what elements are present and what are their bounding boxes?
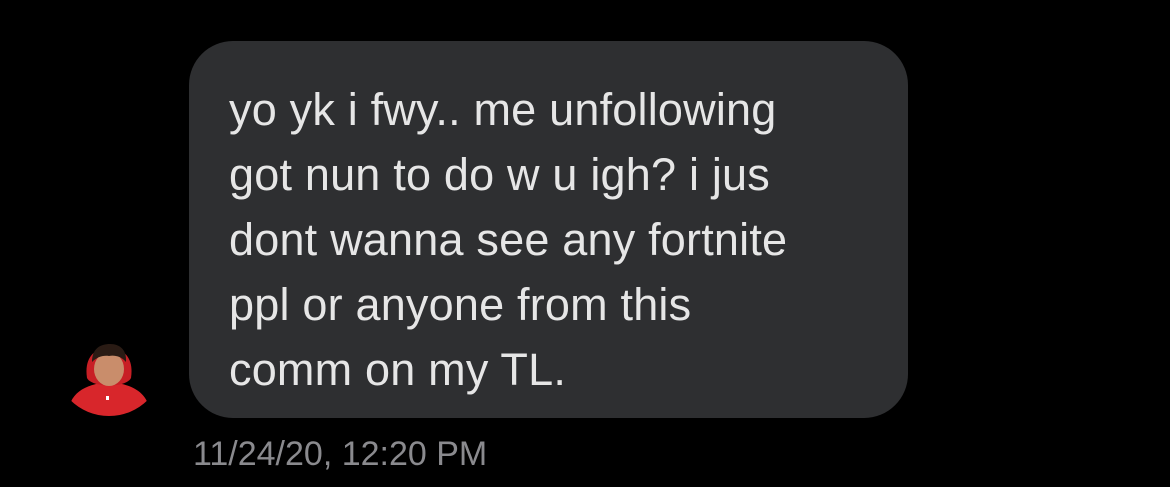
user-avatar-icon bbox=[54, 306, 164, 416]
message-text-line: yo yk i fwy.. me unfollowing bbox=[229, 84, 777, 135]
message-text-line: ppl or anyone from this bbox=[229, 279, 692, 330]
message-text-line: got nun to do w u igh? i jus bbox=[229, 149, 770, 200]
message-timestamp: 11/24/20, 12:20 PM bbox=[193, 435, 488, 473]
message-text-line: comm on my TL. bbox=[229, 344, 567, 395]
sender-avatar[interactable] bbox=[54, 306, 164, 416]
message-text-line: dont wanna see any fortnite bbox=[229, 214, 788, 265]
message-bubble[interactable]: yo yk i fwy.. me unfollowing got nun to … bbox=[189, 41, 908, 418]
